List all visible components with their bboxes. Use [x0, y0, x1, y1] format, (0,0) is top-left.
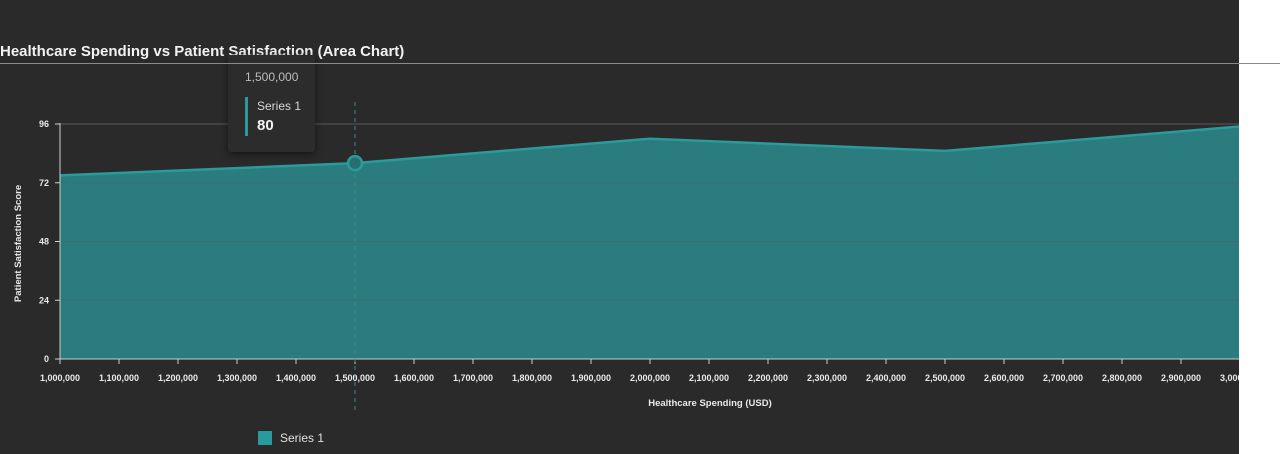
x-tick-label: 1,300,000	[217, 373, 257, 383]
x-tick-label: 2,600,000	[984, 373, 1024, 383]
x-tick-label: 2,900,000	[1161, 373, 1201, 383]
y-tick-label: 48	[39, 237, 49, 247]
tooltip-series-name: Series 1	[257, 99, 302, 113]
x-tick-label: 1,800,000	[512, 373, 552, 383]
x-tick-label: 2,500,000	[925, 373, 965, 383]
x-tick-label: 2,400,000	[866, 373, 906, 383]
x-tick-label: 1,200,000	[158, 373, 198, 383]
x-axis-title: Healthcare Spending (USD)	[648, 398, 772, 409]
x-tick-label: 1,600,000	[394, 373, 434, 383]
tooltip-series-value: 80	[257, 117, 274, 134]
tooltip-series-color-bar	[245, 97, 248, 136]
y-axis-title: Patient Satisfaction Score	[13, 185, 24, 302]
area-fill-series-1	[60, 126, 1239, 359]
tooltip-x-value: 1,500,000	[245, 70, 299, 84]
x-tick-label: 2,300,000	[807, 373, 847, 383]
y-tick-label: 96	[39, 119, 49, 129]
legend-swatch-series-1[interactable]	[258, 431, 272, 445]
x-tick-label: 1,000,000	[40, 373, 80, 383]
hover-tooltip: 1,500,000 Series 1 80	[228, 55, 315, 152]
x-tick-label: 3,000,000	[1220, 373, 1239, 383]
x-tick-label: 1,400,000	[276, 373, 316, 383]
y-tick-label: 72	[39, 178, 49, 188]
area-chart[interactable]: 0 24 48 72 96 1,000,000 1,100,000 1,200,000 1,30…	[0, 0, 1239, 454]
y-tick-label: 24	[39, 295, 49, 305]
title-divider	[0, 63, 1280, 64]
x-tick-label: 2,100,000	[689, 373, 729, 383]
x-tick-label: 1,100,000	[99, 373, 139, 383]
x-tick-label: 1,700,000	[453, 373, 493, 383]
chart-panel: Healthcare Spending vs Patient Satisfact…	[0, 0, 1239, 454]
x-tick-label: 2,000,000	[630, 373, 670, 383]
x-tick-label: 2,200,000	[748, 373, 788, 383]
legend-label-series-1[interactable]: Series 1	[280, 431, 324, 445]
hover-marker	[346, 154, 364, 172]
x-tick-label: 1,900,000	[571, 373, 611, 383]
x-tick-label: 2,800,000	[1102, 373, 1142, 383]
x-tick-label: 2,700,000	[1043, 373, 1083, 383]
y-tick-label: 0	[44, 354, 49, 364]
